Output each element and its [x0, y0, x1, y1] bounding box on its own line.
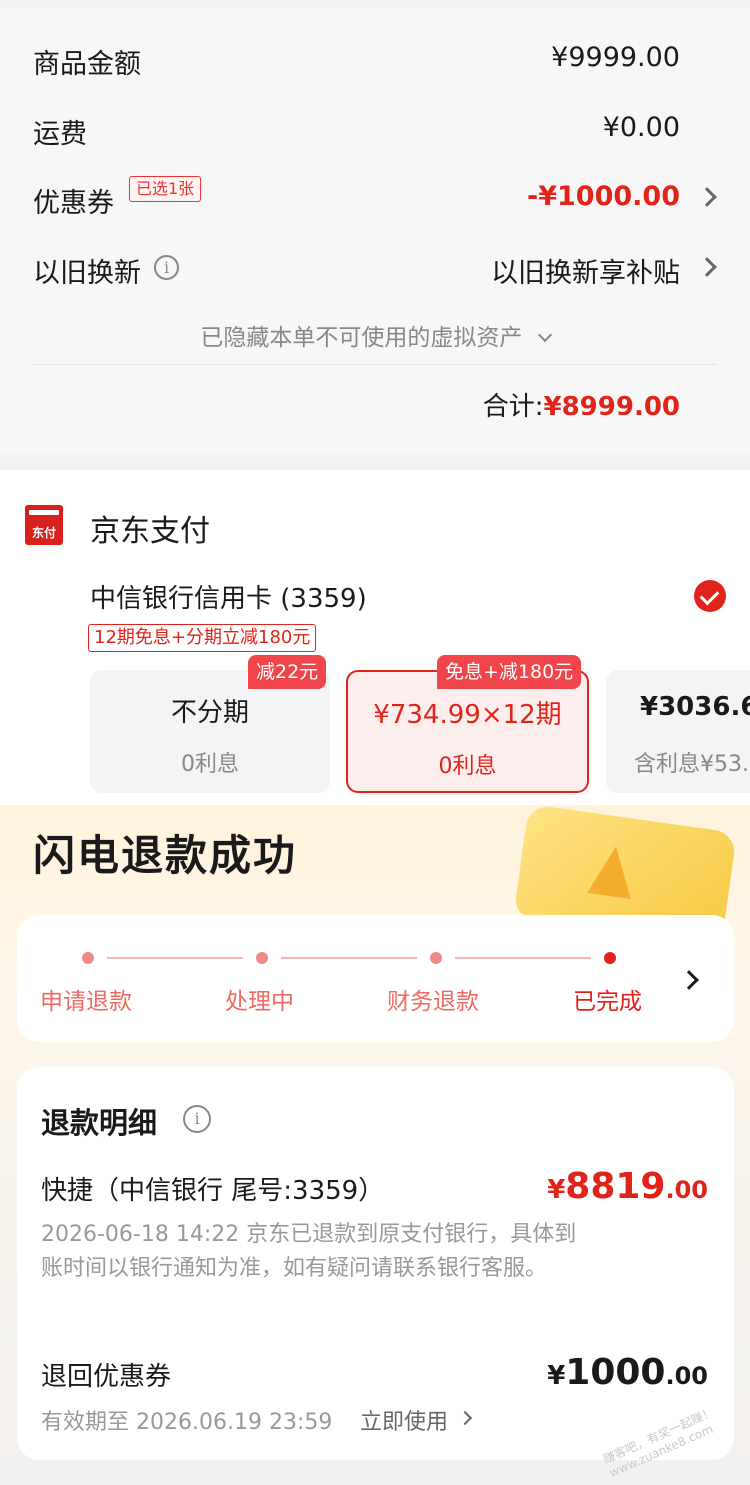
shipping-label: 运费 — [33, 119, 87, 150]
divider — [33, 364, 717, 365]
step-dot — [430, 952, 442, 964]
step-label-processing: 处理中 — [225, 989, 294, 1015]
refund-amount: ¥8819.00 — [547, 1166, 708, 1207]
plan-main: ¥734.99×12期 — [373, 700, 562, 730]
use-now-link[interactable]: 立即使用 — [360, 1404, 448, 1436]
coupon-valid-until: 有效期至 2026.06.19 23:59 — [41, 1410, 333, 1435]
card-name[interactable]: 中信银行信用卡 (3359) — [90, 578, 367, 615]
currency-symbol: ¥ — [547, 1175, 566, 1205]
step-connector — [455, 957, 591, 959]
coupon-selected-badge: 已选1张 — [129, 176, 202, 202]
step-label-finance: 财务退款 — [387, 989, 479, 1015]
plan-badge: 减22元 — [248, 655, 327, 689]
plan-option-other[interactable]: ¥3036.69 含利息¥53. — [606, 670, 750, 793]
jd-pay-logo: 东付 — [25, 505, 63, 545]
coupon-amount-dec: .00 — [665, 1362, 708, 1390]
total-label: 合计: — [482, 392, 544, 422]
refund-amount-int: 8819 — [565, 1166, 666, 1207]
plan-sub: 0利息 — [181, 752, 239, 777]
payment-title: 京东支付 — [90, 514, 210, 549]
plan-main: ¥3036.69 — [640, 692, 750, 722]
hidden-assets-toggle[interactable]: 已隐藏本单不可使用的虚拟资产 — [0, 318, 750, 352]
coupon-back-amount: ¥1000.00 — [547, 1352, 708, 1393]
goods-amount-label: 商品金额 — [33, 49, 141, 80]
tradein-label: 以旧换新 — [33, 258, 141, 289]
shipping-value: ¥0.00 — [602, 112, 680, 143]
plan-badge: 免息+减180元 — [437, 655, 582, 689]
coupon-back-label: 退回优惠券 — [41, 1362, 172, 1392]
hidden-assets-text: 已隐藏本单不可使用的虚拟资产 — [200, 325, 523, 351]
info-icon[interactable]: i — [183, 1105, 211, 1133]
step-dot-current — [604, 952, 616, 964]
refund-progress[interactable] — [17, 915, 734, 1042]
step-label-done: 已完成 — [573, 989, 642, 1015]
refund-note: 2026-06-18 14:22 京东已退款到原支付银行，具体到账时间以银行通知… — [41, 1222, 577, 1281]
step-dot — [82, 952, 94, 964]
total-value: ¥8999.00 — [543, 392, 680, 422]
plan-sub: 含利息¥53. — [634, 752, 749, 777]
step-dot — [256, 952, 268, 964]
step-connector — [281, 957, 417, 959]
plan-sub: 0利息 — [438, 754, 497, 779]
info-icon[interactable]: i — [154, 255, 179, 280]
step-connector — [107, 957, 243, 959]
plan-main: 不分期 — [170, 698, 249, 728]
coupon-label: 优惠券 — [33, 188, 114, 219]
currency-symbol: ¥ — [547, 1361, 566, 1391]
coupon-value[interactable]: -¥1000.00 — [527, 181, 680, 212]
order-total: 合计:¥8999.00 — [483, 386, 680, 423]
tradein-value[interactable]: 以旧换新享补贴 — [491, 251, 680, 290]
jd-pay-logo-text: 东付 — [31, 526, 56, 540]
coupon-amount-int: 1000 — [565, 1352, 666, 1393]
chevron-down-icon — [537, 327, 552, 343]
refund-amount-dec: .00 — [665, 1176, 708, 1204]
refund-title: 闪电退款成功 — [33, 831, 298, 880]
step-label-apply: 申请退款 — [40, 989, 132, 1015]
goods-amount-value: ¥9999.00 — [551, 42, 680, 73]
check-circle-icon[interactable] — [694, 580, 726, 612]
refund-detail-title: 退款明细 — [41, 1106, 158, 1140]
refund-method: 快捷（中信银行 尾号:3359） — [41, 1176, 385, 1206]
installment-promo-tag: 12期免息+分期立减180元 — [88, 624, 317, 652]
